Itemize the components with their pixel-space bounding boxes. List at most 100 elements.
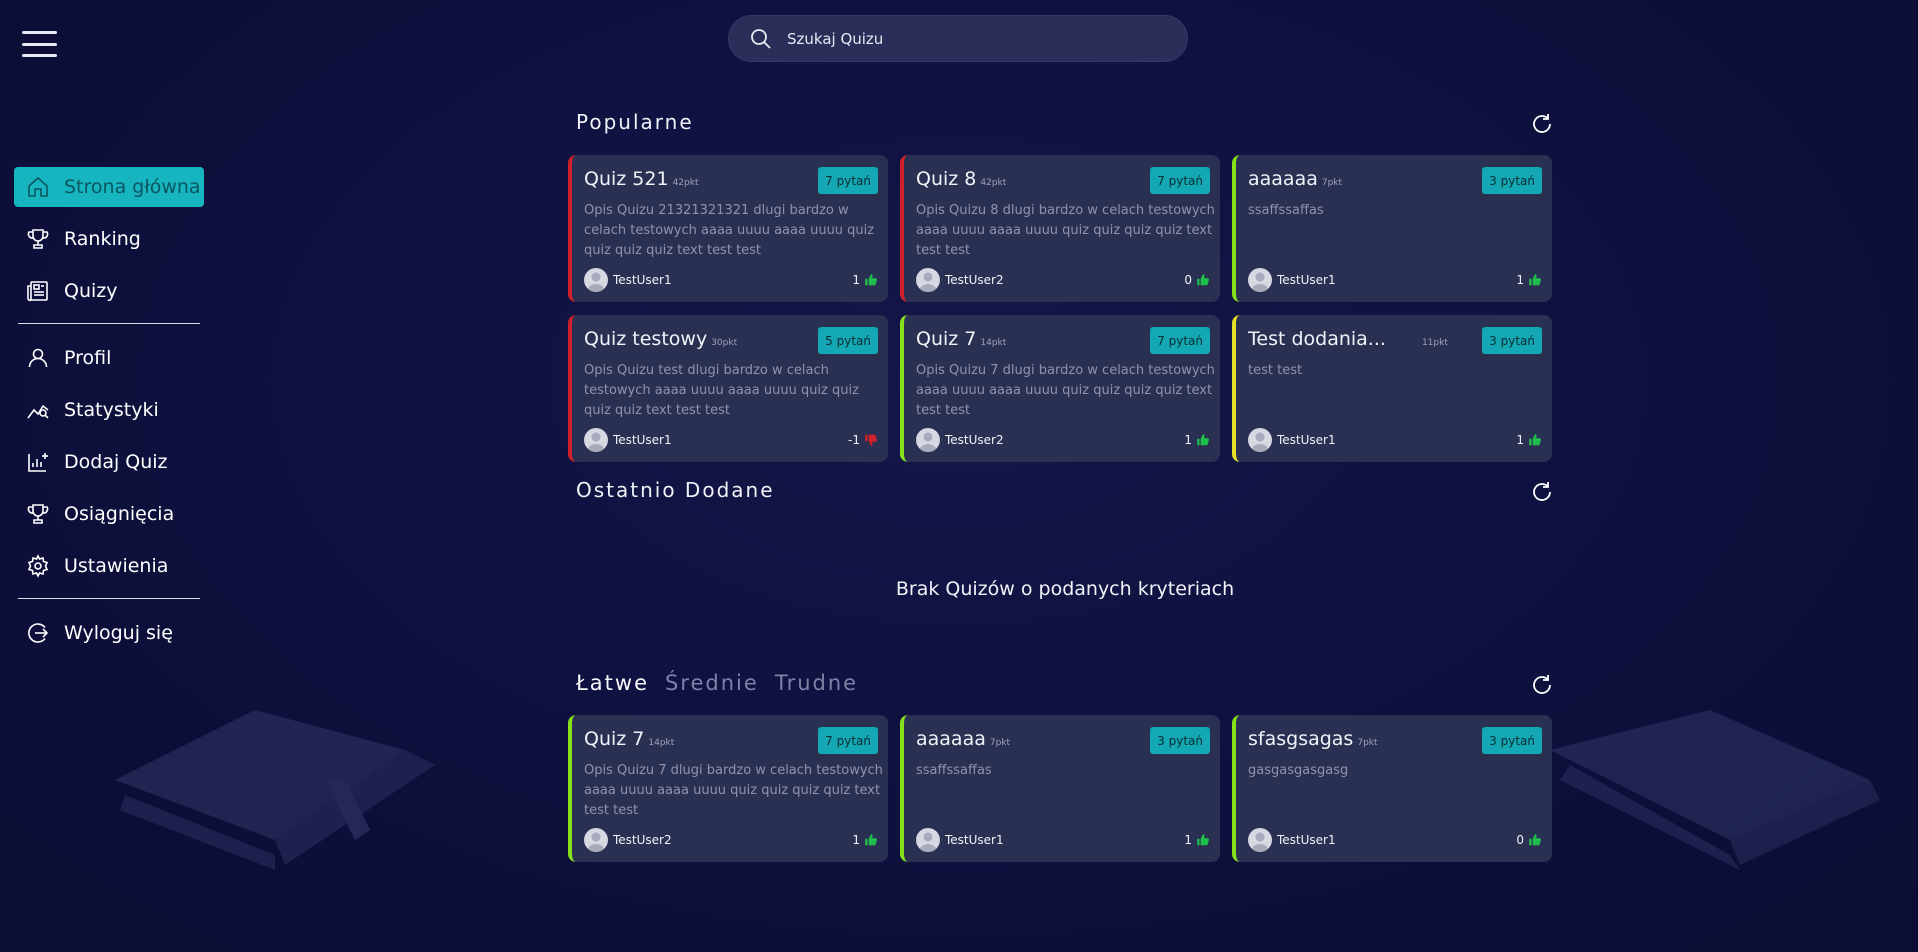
menu-toggle-button[interactable] — [22, 31, 57, 57]
author-name: TestUser1 — [613, 433, 672, 447]
quiz-card[interactable]: Quiz testowy 30pkt 5 pytań Opis Quizu tes… — [568, 315, 888, 462]
user-avatar-icon — [1251, 272, 1269, 292]
quiz-title: aaaaaa 7pkt — [1248, 168, 1342, 190]
thumb-up-icon[interactable] — [864, 273, 878, 287]
sidebar-item-achievements[interactable]: Osiągnięcia — [14, 494, 204, 534]
sidebar-nav: Strona główna Ranking Quizy Profil Staty… — [14, 167, 204, 665]
card-footer: TestUser1 1 — [584, 268, 878, 292]
thumb-up-icon[interactable] — [864, 833, 878, 847]
vote-count: 1 — [1516, 433, 1542, 447]
quiz-points: 7pkt — [1321, 178, 1343, 188]
vote-count: -1 — [848, 433, 878, 447]
avatar — [584, 828, 608, 852]
sidebar-item-logout[interactable]: Wyloguj się — [14, 613, 204, 653]
quiz-title-text: aaaaaa — [916, 728, 986, 750]
tab-medium[interactable]: Średnie — [665, 671, 759, 695]
quiz-points: 42pkt — [980, 178, 1007, 188]
thumb-up-icon[interactable] — [1196, 273, 1210, 287]
quiz-card[interactable]: Quiz 7 14pkt 7 pytań Opis Quizu 7 dlugi b… — [568, 715, 888, 862]
thumb-up-icon[interactable] — [1528, 833, 1542, 847]
sidebar-item-label: Ranking — [64, 228, 141, 250]
gear-icon — [27, 554, 49, 578]
quiz-title: Test dodania... 11pkt — [1248, 328, 1448, 350]
questions-badge: 3 pytań — [1150, 727, 1210, 754]
thumb-down-icon[interactable] — [864, 433, 878, 447]
tab-hard[interactable]: Trudne — [775, 671, 858, 695]
quiz-card[interactable]: Quiz 8 42pkt 7 pytań Opis Quizu 8 dlugi b… — [900, 155, 1220, 302]
author-name: TestUser1 — [1277, 273, 1336, 287]
sidebar-item-label: Ustawienia — [64, 555, 169, 577]
nav-divider — [18, 598, 200, 599]
vote-value: -1 — [848, 433, 860, 447]
avatar — [916, 828, 940, 852]
card-footer: TestUser2 1 — [916, 428, 1210, 452]
popular-header: Popularne — [576, 110, 1554, 140]
refresh-icon[interactable] — [1530, 673, 1554, 697]
newspaper-icon — [27, 281, 48, 302]
quiz-title: Quiz testowy 30pkt — [584, 328, 737, 350]
sidebar-item-quizzes[interactable]: Quizy — [14, 271, 204, 311]
book-illustration — [1550, 710, 1880, 870]
quiz-description: ssaffssaffas — [1248, 203, 1324, 218]
vote-value: 0 — [1184, 273, 1192, 287]
quiz-points: 7pkt — [1357, 738, 1378, 748]
vote-value: 1 — [852, 273, 860, 287]
sidebar-item-label: Statystyki — [64, 399, 159, 421]
thumb-up-icon[interactable] — [1528, 273, 1542, 287]
vote-count: 1 — [1516, 273, 1542, 287]
card-footer: TestUser1 -1 — [584, 428, 878, 452]
avatar — [1248, 828, 1272, 852]
sidebar-item-label: Quizy — [64, 280, 118, 302]
quiz-description: gasgasgasgasg — [1248, 763, 1349, 778]
sidebar-item-statistics[interactable]: Statystyki — [14, 390, 204, 430]
difficulty-tabs: Łatwe Średnie Trudne — [576, 671, 858, 695]
questions-badge: 3 pytań — [1482, 327, 1542, 354]
sidebar-item-label: Dodaj Quiz — [64, 451, 168, 473]
author-name: TestUser1 — [1277, 833, 1336, 847]
questions-badge: 7 pytań — [1150, 167, 1210, 194]
thumb-up-icon[interactable] — [1196, 833, 1210, 847]
author-name: TestUser1 — [945, 833, 1004, 847]
quiz-description: test test — [1248, 363, 1303, 378]
author-name: TestUser2 — [945, 273, 1004, 287]
home-icon — [28, 176, 48, 197]
quiz-points: 30pkt — [711, 338, 738, 348]
sidebar-item-label: Osiągnięcia — [64, 503, 175, 525]
quiz-description: Opis Quizu 7 dlugi bardzo w celach testo… — [584, 763, 883, 818]
thumb-up-icon[interactable] — [1196, 433, 1210, 447]
vote-count: 1 — [852, 833, 878, 847]
author-name: TestUser1 — [1277, 433, 1336, 447]
author-name: TestUser2 — [613, 833, 672, 847]
questions-badge: 7 pytań — [818, 167, 878, 194]
quiz-title: Quiz 8 42pkt — [916, 168, 1006, 190]
refresh-icon[interactable] — [1530, 112, 1554, 136]
quiz-card[interactable]: sfasgsagas 7pkt 3 pytań gasgasgasgasg Tes… — [1232, 715, 1552, 862]
quiz-card[interactable]: aaaaaa 7pkt 3 pytań ssaffssaffas TestUser… — [900, 715, 1220, 862]
avatar — [916, 428, 940, 452]
quiz-title-text: Test dodania... — [1248, 328, 1386, 350]
quiz-title: aaaaaa 7pkt — [916, 728, 1010, 750]
hamburger-line — [22, 42, 57, 46]
refresh-icon[interactable] — [1530, 480, 1554, 504]
quiz-card[interactable]: Quiz 521 42pkt 7 pytań Opis Quizu 2132132… — [568, 155, 888, 302]
sidebar-item-settings[interactable]: Ustawienia — [14, 546, 204, 586]
sidebar-item-ranking[interactable]: Ranking — [14, 219, 204, 259]
avatar — [1248, 268, 1272, 292]
vote-value: 0 — [1516, 833, 1524, 847]
quiz-card[interactable]: Quiz 7 14pkt 7 pytań Opis Quizu 7 dlugi b… — [900, 315, 1220, 462]
avatar — [584, 268, 608, 292]
sidebar-item-home[interactable]: Strona główna — [14, 167, 204, 207]
sidebar-item-profile[interactable]: Profil — [14, 338, 204, 378]
card-footer: TestUser2 0 — [916, 268, 1210, 292]
thumb-up-icon[interactable] — [1528, 433, 1542, 447]
chart-line-icon — [27, 404, 49, 419]
sidebar-item-label: Profil — [64, 347, 112, 369]
quiz-card[interactable]: aaaaaa 7pkt 3 pytań ssaffssaffas TestUser… — [1232, 155, 1552, 302]
hamburger-line — [22, 54, 57, 57]
tab-easy[interactable]: Łatwe — [576, 671, 649, 695]
sidebar-item-add-quiz[interactable]: Dodaj Quiz — [14, 442, 204, 482]
search-icon — [751, 28, 771, 49]
quiz-card[interactable]: Test dodania... 11pkt 3 pytań test test T… — [1232, 315, 1552, 462]
search-input[interactable] — [785, 28, 1165, 49]
user-avatar-icon — [587, 272, 605, 292]
